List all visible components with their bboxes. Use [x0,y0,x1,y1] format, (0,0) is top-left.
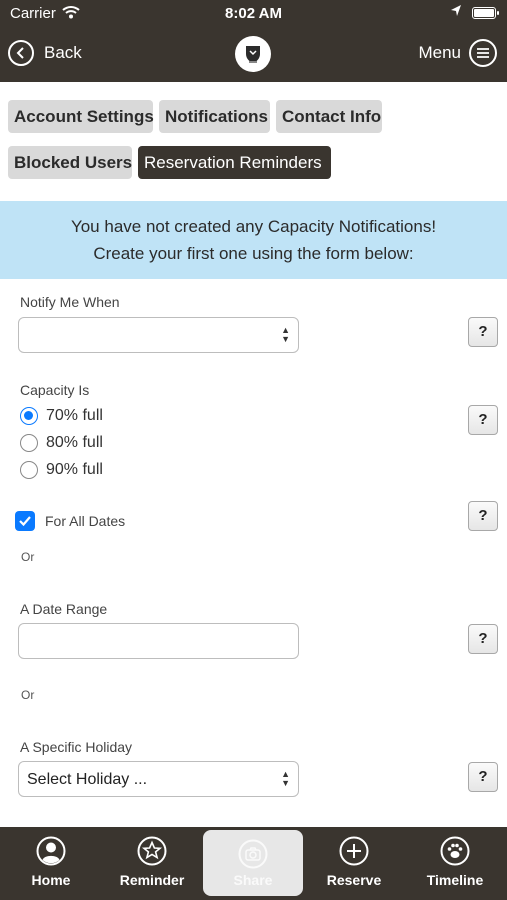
nav-reserve[interactable]: Reserve [304,827,404,900]
radio-unselected-icon [20,461,38,479]
back-button[interactable]: Back [8,38,82,68]
person-icon [36,836,66,866]
star-icon [137,836,167,866]
menu-button[interactable]: Menu [418,38,497,68]
battery-icon [472,7,499,19]
banner-line-1: You have not created any Capacity Notifi… [70,217,437,236]
nav-share[interactable]: Share [203,830,303,896]
capacity-option-label: 90% full [46,461,103,478]
radio-selected-icon [20,407,38,425]
nav-reminder[interactable]: Reminder [102,827,202,900]
bottom-nav: Home Reminder Share Reserve Timeline [0,827,507,900]
nav-label: Timeline [426,872,484,888]
nav-label: Reminder [119,872,185,888]
capacity-option-label: 70% full [46,407,103,424]
nav-timeline[interactable]: Timeline [405,827,505,900]
capacity-option-90[interactable]: 90% full [20,459,103,481]
capacity-label: Capacity Is [20,382,90,398]
all-dates-checkbox[interactable]: For All Dates [15,510,125,532]
menu-label: Menu [418,43,461,62]
date-range-input[interactable] [18,623,299,659]
tab-reservation-reminders[interactable]: Reservation Reminders [138,146,331,179]
radio-unselected-icon [20,434,38,452]
holiday-value: Select Holiday ... [27,771,148,788]
capacity-option-label: 80% full [46,434,103,451]
logo [235,36,271,72]
or-separator: Or [21,688,35,702]
chevron-left-icon [8,40,34,66]
capacity-option-80[interactable]: 80% full [20,432,103,454]
paw-icon [440,836,470,866]
tab-contact-info[interactable]: Contact Info [276,100,382,133]
notify-help-button[interactable]: ? [468,317,498,347]
top-bar: Carrier 8:02 AM Back Menu [0,0,507,82]
tab-notifications[interactable]: Notifications [159,100,270,133]
status-bar: Carrier 8:02 AM [0,0,507,28]
nav-label: Home [31,872,71,888]
checkmark-icon [15,511,35,531]
holiday-help-button[interactable]: ? [468,762,498,792]
plus-icon [339,836,369,866]
nav-home[interactable]: Home [1,827,101,900]
select-arrows-icon: ▲ ▼ [281,769,290,788]
tab-blocked-users[interactable]: Blocked Users [8,146,132,179]
back-label: Back [44,43,82,62]
capacity-option-70[interactable]: 70% full [20,405,103,427]
clock: 8:02 AM [225,5,282,22]
holiday-label: A Specific Holiday [20,739,133,755]
notify-label: Notify Me When [20,294,120,310]
hamburger-icon [469,39,497,67]
date-range-help-button[interactable]: ? [468,624,498,654]
capacity-help-button[interactable]: ? [468,405,498,435]
or-separator: Or [21,550,35,564]
date-range-label: A Date Range [20,601,108,617]
camera-icon [238,839,268,869]
holiday-select[interactable]: Select Holiday ... ▲ ▼ [18,761,299,797]
tab-account-settings[interactable]: Account Settings [8,100,154,133]
all-dates-label: For All Dates [45,513,126,529]
nav-label: Share [233,872,273,888]
location-icon [450,4,462,22]
all-dates-help-button[interactable]: ? [468,501,498,531]
select-arrows-icon: ▲ ▼ [281,325,290,344]
nav-label: Reserve [326,872,382,888]
notify-select[interactable]: ▲ ▼ [18,317,299,353]
info-banner: You have not created any Capacity Notifi… [0,201,507,279]
banner-line-2: Create your first one using the form bel… [93,244,414,263]
